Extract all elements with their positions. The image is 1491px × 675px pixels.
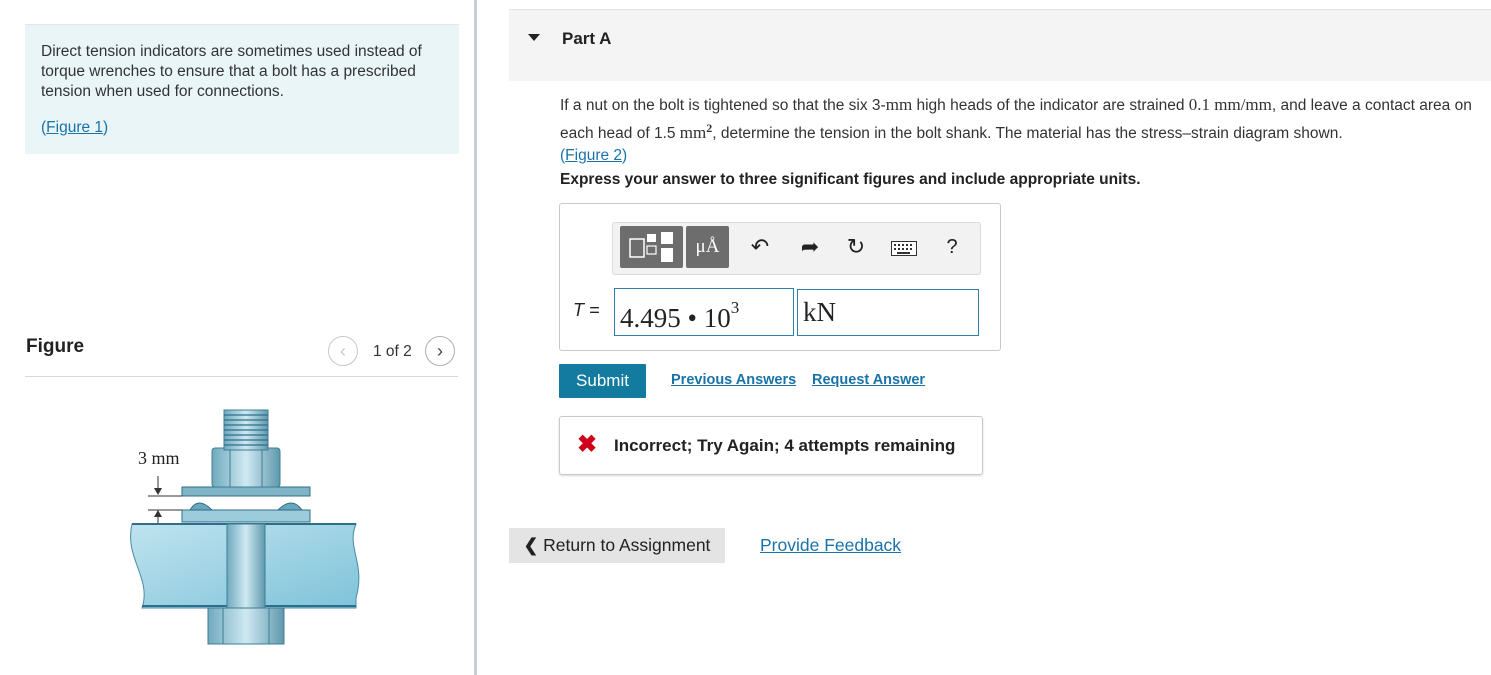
submit-button[interactable]: Submit	[559, 364, 646, 398]
answer-unit-input[interactable]: kN	[797, 289, 979, 336]
intro-text: Direct tension indicators are sometimes …	[41, 43, 422, 100]
undo-icon[interactable]: ↶	[745, 232, 775, 262]
previous-answers-link[interactable]: Previous Answers	[671, 372, 796, 388]
keyboard-icon[interactable]	[891, 241, 917, 262]
question-text: If a nut on the bolt is tightened so tha…	[560, 95, 1472, 165]
column-divider	[474, 0, 477, 675]
figure-divider	[25, 376, 458, 377]
figure-2-link[interactable]: Figure 2	[565, 147, 622, 164]
bolt-figure: 3 mm	[130, 409, 360, 645]
request-answer-link[interactable]: Request Answer	[812, 372, 925, 388]
figure-pager-count: 1 of 2	[373, 343, 412, 360]
provide-feedback-link[interactable]: Provide Feedback	[760, 535, 901, 556]
return-to-assignment-button[interactable]: ❮ Return to Assignment	[509, 528, 725, 563]
dimension-label: 3 mm	[138, 448, 180, 468]
reset-icon[interactable]: ↻	[841, 232, 871, 262]
answer-value-input[interactable]: 4.495 • 103	[614, 288, 794, 336]
incorrect-icon: ✖	[577, 431, 598, 458]
redo-icon[interactable]: ➦	[795, 232, 825, 262]
intro-text-block: Direct tension indicators are sometimes …	[41, 42, 451, 138]
figure-next-button[interactable]: ›	[425, 336, 455, 366]
templates-icon	[629, 232, 673, 262]
part-header[interactable]	[509, 9, 1491, 81]
feedback-message: Incorrect; Try Again; 4 attempts remaini…	[614, 436, 956, 455]
answer-instruction: Express your answer to three significant…	[560, 171, 1141, 188]
part-title: Part A	[562, 29, 612, 48]
figure-prev-button[interactable]: ‹	[328, 336, 358, 366]
help-button[interactable]: ?	[937, 232, 967, 262]
chevron-left-icon: ❮	[523, 535, 539, 555]
units-button[interactable]: μÅ	[686, 226, 729, 268]
figure-1-link[interactable]: Figure 1	[46, 119, 103, 136]
figure-title: Figure	[26, 336, 85, 357]
templates-button[interactable]	[620, 226, 683, 268]
answer-variable-label: T =	[573, 300, 600, 320]
collapse-caret-icon[interactable]	[528, 34, 540, 41]
